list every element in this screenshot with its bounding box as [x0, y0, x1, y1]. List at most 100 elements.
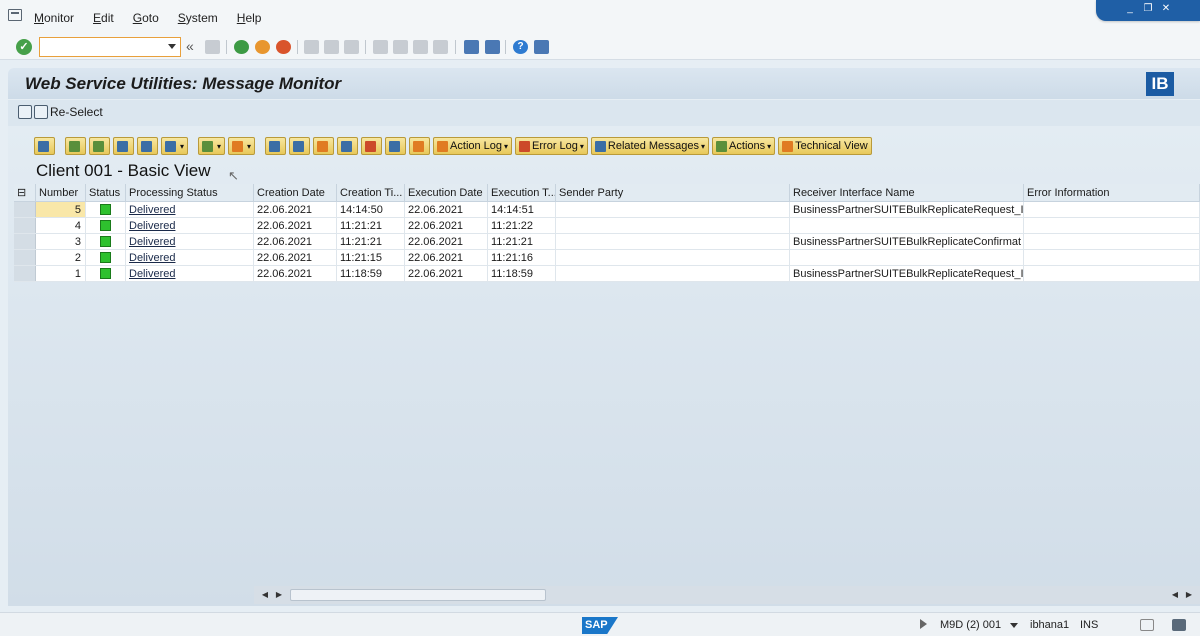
row-selector[interactable]	[14, 266, 36, 281]
sort-ascending-button[interactable]	[65, 137, 86, 155]
cell-receiver-interface[interactable]	[790, 250, 1024, 265]
cell-receiver-interface[interactable]: BusinessPartnerSUITEBulkReplicateConfirm…	[790, 234, 1024, 249]
cell-processing-status-link[interactable]: Delivered	[126, 218, 254, 233]
save-icon[interactable]	[205, 40, 220, 54]
scroll-page-left-icon[interactable]: ◀	[1168, 588, 1182, 602]
cell-creation-date[interactable]: 22.06.2021	[254, 218, 337, 233]
cell-processing-status-link[interactable]: Delivered	[126, 250, 254, 265]
cell-number[interactable]: 1	[36, 266, 86, 281]
message-list-button[interactable]	[289, 137, 311, 155]
minimize-icon[interactable]: _	[1123, 3, 1137, 15]
scrollbar-thumb[interactable]	[290, 589, 546, 601]
table-row[interactable]: 2 Delivered 22.06.2021 11:21:15 22.06.20…	[14, 250, 1200, 266]
scroll-page-right-icon[interactable]: ▶	[1182, 588, 1196, 602]
cell-number[interactable]: 4	[36, 218, 86, 233]
system-menu-icon[interactable]	[8, 9, 22, 21]
layout-menu-icon[interactable]	[534, 40, 549, 54]
shortcut-icon[interactable]	[485, 40, 500, 54]
cell-execution-date[interactable]: 22.06.2021	[405, 234, 488, 249]
collapse-command-icon[interactable]: «	[186, 38, 194, 54]
header-error-information[interactable]: Error Information	[1024, 184, 1200, 201]
cell-execution-date[interactable]: 22.06.2021	[405, 202, 488, 217]
header-receiver-interface[interactable]: Receiver Interface Name	[790, 184, 1024, 201]
menu-edit[interactable]: Edit	[93, 11, 114, 25]
filter-button[interactable]: ▾	[161, 137, 189, 155]
expand-status-icon[interactable]	[920, 619, 927, 629]
cell-processing-status-link[interactable]: Delivered	[126, 202, 254, 217]
technical-view-button[interactable]: Technical View	[778, 137, 872, 155]
find-icon[interactable]	[324, 40, 339, 54]
cell-creation-date[interactable]: 22.06.2021	[254, 202, 337, 217]
layout-button[interactable]: ▾	[228, 137, 256, 155]
cell-number[interactable]: 2	[36, 250, 86, 265]
command-field[interactable]	[39, 37, 181, 57]
next-page-icon[interactable]	[413, 40, 428, 54]
cell-creation-time[interactable]: 11:21:21	[337, 234, 405, 249]
cell-receiver-interface[interactable]: BusinessPartnerSUITEBulkReplicateRequest…	[790, 202, 1024, 217]
exit-icon[interactable]	[255, 40, 270, 54]
cell-sender-party[interactable]	[556, 250, 790, 265]
close-icon[interactable]: ✕	[1159, 3, 1173, 15]
print-icon[interactable]	[304, 40, 319, 54]
header-creation-date[interactable]: Creation Date	[254, 184, 337, 201]
related-messages-button[interactable]: Related Messages ▾	[590, 137, 710, 155]
action-log-button[interactable]: Action Log ▾	[433, 137, 513, 155]
cell-processing-status-link[interactable]: Delivered	[126, 266, 254, 281]
cell-execution-time[interactable]: 11:21:21	[488, 234, 556, 249]
cell-error-information[interactable]	[1024, 218, 1200, 233]
cell-creation-time[interactable]: 11:18:59	[337, 266, 405, 281]
row-selector[interactable]	[14, 202, 36, 217]
cell-creation-time[interactable]: 14:14:50	[337, 202, 405, 217]
new-session-icon[interactable]	[464, 40, 479, 54]
cell-receiver-interface[interactable]: BusinessPartnerSUITEBulkReplicateRequest…	[790, 266, 1024, 281]
scroll-left-icon[interactable]: ◀	[258, 588, 272, 602]
header-creation-time[interactable]: Creation Ti...	[337, 184, 405, 201]
menu-system[interactable]: System	[178, 11, 218, 25]
cancel-icon[interactable]	[276, 40, 291, 54]
cell-creation-time[interactable]: 11:21:15	[337, 250, 405, 265]
delete-button[interactable]	[361, 137, 383, 155]
cell-execution-time[interactable]: 11:21:22	[488, 218, 556, 233]
cell-error-information[interactable]	[1024, 202, 1200, 217]
row-selector[interactable]	[14, 218, 36, 233]
enter-check-icon[interactable]: ✓	[16, 39, 32, 55]
cell-error-information[interactable]	[1024, 250, 1200, 265]
header-sender-party[interactable]: Sender Party	[556, 184, 790, 201]
header-status[interactable]: Status	[86, 184, 126, 201]
header-execution-date[interactable]: Execution Date	[405, 184, 488, 201]
chevron-down-icon[interactable]	[168, 44, 176, 49]
column-selector-icon[interactable]: ⊟	[14, 184, 36, 201]
row-selector[interactable]	[14, 234, 36, 249]
header-number[interactable]: Number	[36, 184, 86, 201]
cell-sender-party[interactable]	[556, 202, 790, 217]
previous-page-icon[interactable]	[393, 40, 408, 54]
cell-creation-date[interactable]: 22.06.2021	[254, 234, 337, 249]
cell-number[interactable]: 3	[36, 234, 86, 249]
settings-sliders-icon[interactable]	[1140, 619, 1154, 631]
help-icon[interactable]: ?	[513, 40, 528, 54]
cell-execution-date[interactable]: 22.06.2021	[405, 218, 488, 233]
find-button[interactable]	[113, 137, 134, 155]
cell-creation-date[interactable]: 22.06.2021	[254, 250, 337, 265]
cell-sender-party[interactable]	[556, 266, 790, 281]
cell-execution-date[interactable]: 22.06.2021	[405, 250, 488, 265]
table-row[interactable]: 4 Delivered 22.06.2021 11:21:21 22.06.20…	[14, 218, 1200, 234]
menu-goto[interactable]: Goto	[133, 11, 159, 25]
actions-button[interactable]: Actions ▾	[712, 137, 776, 155]
cell-execution-time[interactable]: 11:18:59	[488, 266, 556, 281]
cell-processing-status-link[interactable]: Delivered	[126, 234, 254, 249]
cell-execution-time[interactable]: 14:14:51	[488, 202, 556, 217]
search-button[interactable]	[385, 137, 407, 155]
back-icon[interactable]	[234, 40, 249, 54]
cell-creation-date[interactable]: 22.06.2021	[254, 266, 337, 281]
find-next-button[interactable]	[137, 137, 158, 155]
cell-number[interactable]: 5	[36, 202, 86, 217]
sort-descending-button[interactable]	[89, 137, 110, 155]
lock-icon[interactable]	[1172, 619, 1186, 631]
header-processing-status[interactable]: Processing Status	[126, 184, 254, 201]
last-page-icon[interactable]	[433, 40, 448, 54]
cell-execution-time[interactable]: 11:21:16	[488, 250, 556, 265]
cell-error-information[interactable]	[1024, 266, 1200, 281]
header-execution-time[interactable]: Execution T...	[488, 184, 556, 201]
find-next-icon[interactable]	[344, 40, 359, 54]
